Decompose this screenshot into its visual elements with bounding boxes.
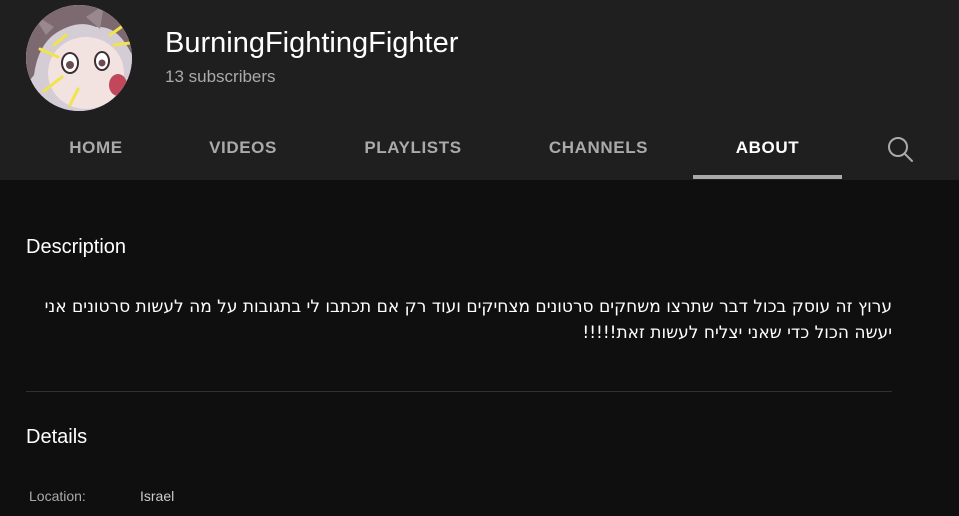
search-icon [888,137,913,162]
location-label: Location: [29,488,86,504]
channel-tabs: HOME VIDEOS PLAYLISTS CHANNELS ABOUT [0,115,959,180]
search-button[interactable] [884,133,916,165]
active-tab-indicator [693,175,842,179]
channel-avatar[interactable] [26,5,132,111]
avatar-image [26,5,132,111]
section-divider [26,391,892,392]
location-value: Israel [140,488,175,504]
details-heading: Details [26,426,88,448]
channel-header: BurningFightingFighter 13 subscribers HO… [0,0,959,180]
channel-name: BurningFightingFighter [165,27,459,59]
description-heading: Description [26,236,127,258]
tab-about[interactable]: ABOUT [693,115,842,180]
channel-description: ערוץ זה עוסק בכול דבר שתרצו משחקים סרטונ… [44,297,892,343]
tab-home[interactable]: HOME [38,115,154,180]
subscriber-count: 13 subscribers [165,67,276,86]
tab-videos[interactable]: VIDEOS [182,115,304,180]
tab-channels[interactable]: CHANNELS [520,115,677,180]
tab-playlists[interactable]: PLAYLISTS [336,115,490,180]
